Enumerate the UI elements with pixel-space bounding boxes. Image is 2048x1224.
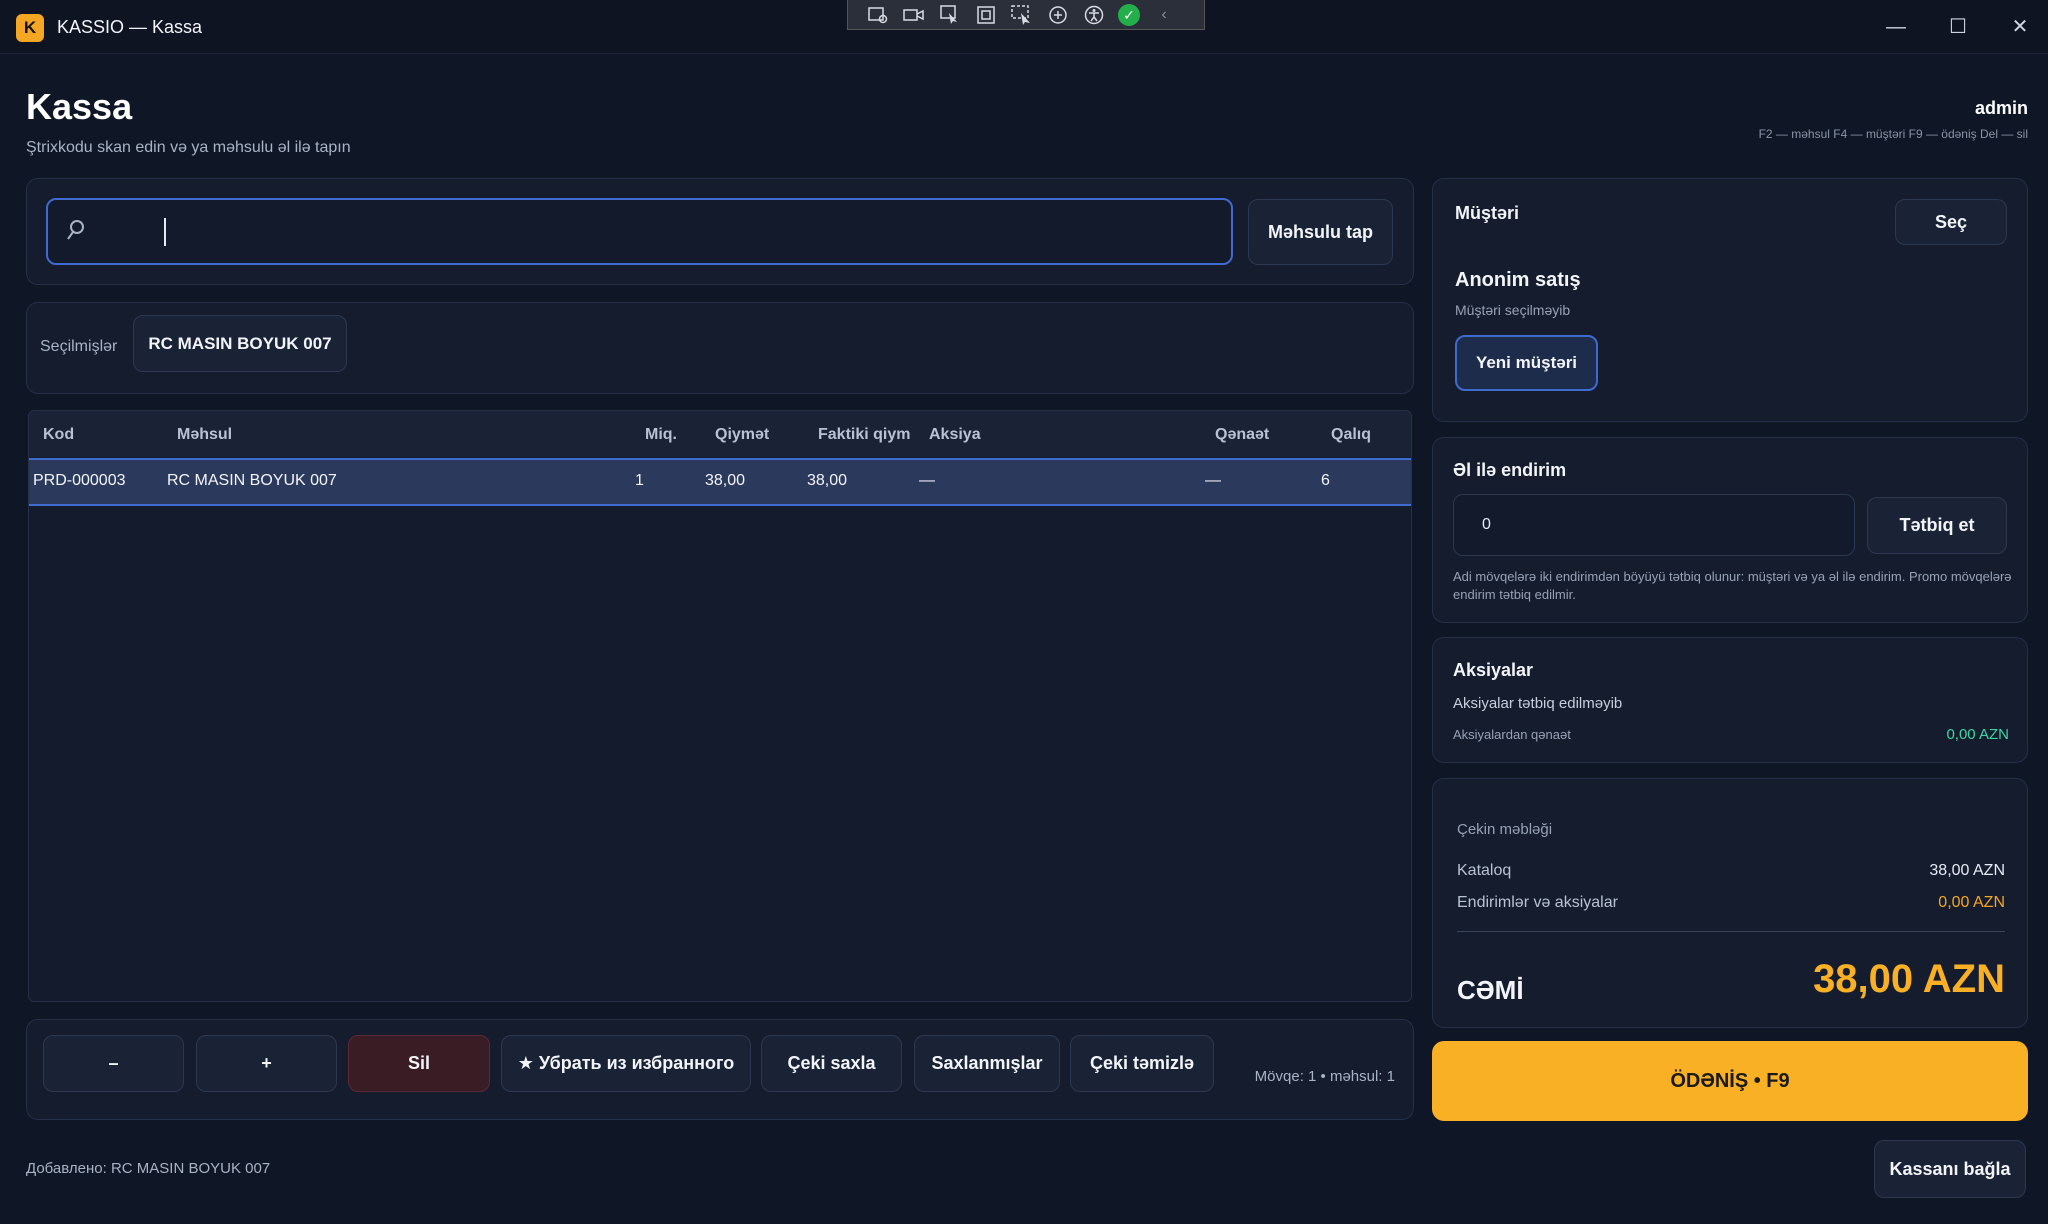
table-header: Kod Məhsul Miq. Qiymət Faktiki qiym Aksi… (29, 411, 1411, 457)
remove-favorite-button[interactable]: ★ Убрать из избранного (501, 1035, 751, 1092)
cell-stock: 6 (1321, 472, 1330, 489)
promotions-card: Aksiyalar Aksiyalar tətbiq edilməyib Aks… (1432, 637, 2028, 763)
promotions-status: Aksiyalar tətbiq edilməyib (1453, 695, 1623, 712)
manual-discount-card: Əl ilə endirim 0 Tətbiq et Adi mövqelərə… (1432, 437, 2028, 623)
current-user: admin (1974, 98, 2028, 118)
total-label: CƏMİ (1457, 975, 1524, 1005)
app-logo: K (16, 14, 44, 42)
column-promo[interactable]: Aksiya (929, 426, 981, 444)
discount-input[interactable]: 0 (1453, 494, 1855, 556)
discounts-value: 0,00 AZN (1938, 894, 2005, 911)
column-product[interactable]: Məhsul (177, 426, 232, 444)
debug-toolbar: ✓ ‹ (847, 0, 1205, 30)
favorite-item[interactable]: RC MASIN BOYUK 007 (133, 315, 347, 372)
select-customer-button[interactable]: Seç (1895, 199, 2007, 245)
promotions-title: Aksiyalar (1453, 660, 1534, 680)
promotions-saving-value: 0,00 AZN (1946, 726, 2009, 743)
minimize-button[interactable]: — (1876, 12, 1916, 42)
discounts-label: Endirimlər və aksiyalar (1457, 894, 1618, 911)
increase-qty-button[interactable]: + (196, 1035, 337, 1092)
apply-discount-button[interactable]: Tətbiq et (1867, 497, 2007, 554)
catalog-value: 38,00 AZN (1929, 862, 2005, 879)
delete-button[interactable]: Sil (348, 1035, 490, 1092)
maximize-button[interactable]: ☐ (1938, 12, 1978, 42)
summary-divider (1457, 931, 2005, 932)
search-input[interactable] (46, 198, 1233, 265)
track-focus-icon[interactable] (1010, 4, 1034, 26)
column-price[interactable]: Qiymət (715, 426, 769, 444)
hotkeys-hint: F2 — məhsul F4 — müştəri F9 — ödəniş Del… (1758, 127, 2028, 141)
cell-qty: 1 (635, 472, 644, 489)
column-stock[interactable]: Qalıq (1331, 426, 1371, 444)
new-customer-button[interactable]: Yeni müştəri (1455, 335, 1598, 391)
customer-title: Müştəri (1455, 203, 1520, 223)
checkmark-icon[interactable]: ✓ (1118, 3, 1140, 26)
layout-adorner-icon[interactable] (974, 4, 998, 26)
close-register-button[interactable]: Kassanı bağla (1874, 1140, 2026, 1198)
favorites-label: Seçilmişlər (40, 338, 118, 355)
total-value: 38,00 AZN (1813, 957, 2005, 1001)
clear-receipt-button[interactable]: Çeki təmizlə (1070, 1035, 1214, 1092)
collapse-chevron-icon[interactable]: ‹ (1152, 4, 1176, 26)
cart-table: Kod Məhsul Miq. Qiymət Faktiki qiym Aksi… (28, 410, 1412, 1002)
search-icon (67, 220, 84, 240)
cell-product: RC MASIN BOYUK 007 (167, 472, 337, 489)
column-code[interactable]: Kod (43, 426, 74, 444)
customer-name: Anonim satış (1455, 269, 1581, 291)
cell-actual-price: 38,00 (807, 472, 848, 489)
select-element-icon[interactable] (938, 4, 962, 26)
customer-status: Müştəri seçilməyib (1455, 302, 1571, 318)
column-qty[interactable]: Miq. (645, 426, 677, 444)
receipt-title: Çekin məbləği (1457, 821, 1553, 838)
accessibility-icon[interactable] (1082, 4, 1106, 26)
close-button[interactable]: ✕ (2000, 12, 2040, 42)
decrease-qty-button[interactable]: – (43, 1035, 184, 1092)
customer-card: Müştəri Seç Anonim satış Müştəri seçilmə… (1432, 178, 2028, 422)
manual-discount-title: Əl ilə endirim (1453, 460, 1567, 480)
promotions-saving-label: Aksiyalardan qənaət (1453, 727, 1571, 742)
discount-note: Adi mövqelərə iki endirimdən böyüyü tətb… (1453, 569, 2012, 602)
text-caret (164, 218, 166, 246)
column-actual-price[interactable]: Faktiki qiym (818, 426, 930, 444)
column-saving[interactable]: Qənaət (1215, 426, 1269, 444)
footer-message: Добавлено: RC MASIN BOYUK 007 (26, 1160, 271, 1177)
cell-price: 38,00 (705, 472, 746, 489)
saved-receipts-button[interactable]: Saxlanmışlar (914, 1035, 1060, 1092)
receipt-summary-card: Çekin məbləği Kataloq 38,00 AZN Endiriml… (1432, 778, 2028, 1028)
binding-failures-icon[interactable] (1046, 4, 1070, 26)
save-receipt-button[interactable]: Çeki saxla (761, 1035, 902, 1092)
page-title: Kassa (26, 86, 133, 127)
live-tree-icon[interactable] (866, 4, 890, 26)
cell-promo: — (919, 472, 935, 489)
record-icon[interactable] (902, 4, 926, 26)
page-subtitle: Ştrixkodu skan edin və ya məhsulu əl ilə… (26, 139, 351, 156)
catalog-label: Kataloq (1457, 862, 1512, 879)
find-product-button[interactable]: Məhsulu tap (1248, 199, 1393, 265)
cart-status: Mövqe: 1 • məhsul: 1 (1254, 1068, 1395, 1085)
cell-saving: — (1205, 472, 1221, 489)
title-bar: K KASSIO — Kassa ✓ ‹ — ☐ ✕ (0, 0, 2048, 54)
window-title: KASSIO — Kassa (57, 17, 203, 37)
cell-code: PRD-000003 (33, 472, 126, 489)
payment-button[interactable]: ÖDƏNİŞ • F9 (1432, 1041, 2028, 1121)
table-row[interactable]: PRD-000003 RC MASIN BOYUK 007 1 38,00 38… (29, 458, 1411, 506)
